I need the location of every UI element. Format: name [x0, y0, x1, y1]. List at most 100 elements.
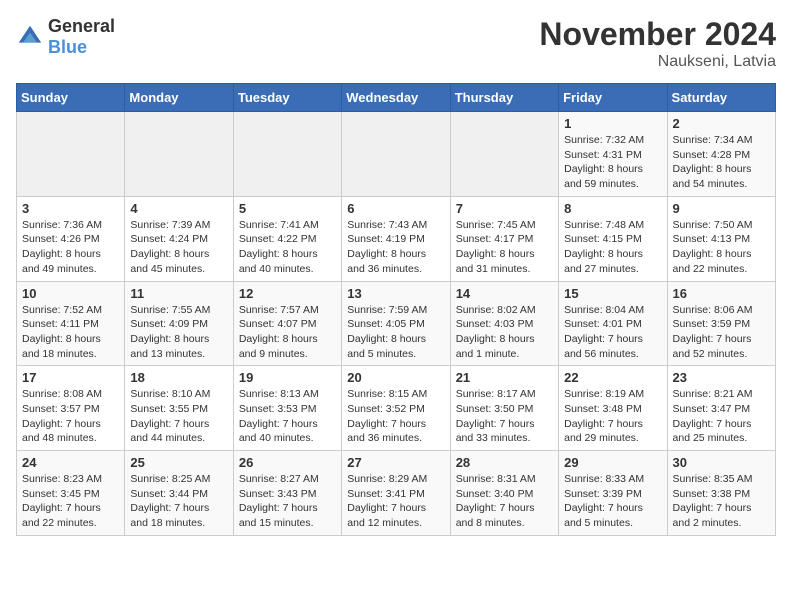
- day-info: Sunrise: 7:34 AM Sunset: 4:28 PM Dayligh…: [673, 133, 770, 192]
- day-info: Sunrise: 8:19 AM Sunset: 3:48 PM Dayligh…: [564, 387, 661, 446]
- day-number: 28: [456, 455, 553, 470]
- day-info: Sunrise: 8:08 AM Sunset: 3:57 PM Dayligh…: [22, 387, 119, 446]
- day-number: 29: [564, 455, 661, 470]
- calendar-cell: 9Sunrise: 7:50 AM Sunset: 4:13 PM Daylig…: [667, 196, 775, 281]
- calendar-cell: 8 Sunrise: 7:48 AM Sunset: 4:15 PM Daylig…: [559, 196, 667, 281]
- day-number: 15: [564, 286, 661, 301]
- day-number: 4: [130, 201, 227, 216]
- day-number: 6: [347, 201, 444, 216]
- header-wednesday: Wednesday: [342, 84, 450, 112]
- header: General Blue November 2024 Naukseni, Lat…: [16, 16, 776, 71]
- day-number: 9: [673, 201, 770, 216]
- day-info: Sunrise: 7:59 AM Sunset: 4:05 PM Dayligh…: [347, 303, 444, 362]
- day-info: Sunrise: 7:52 AM Sunset: 4:11 PM Dayligh…: [22, 303, 119, 362]
- day-number: 8: [564, 201, 661, 216]
- calendar-cell: 11 Sunrise: 7:55 AM Sunset: 4:09 PM Dayli…: [125, 281, 233, 366]
- day-number: 23: [673, 370, 770, 385]
- calendar-cell: 18 Sunrise: 8:10 AM Sunset: 3:55 PM Dayli…: [125, 366, 233, 451]
- day-info: Sunrise: 7:43 AM Sunset: 4:19 PM Dayligh…: [347, 218, 444, 277]
- day-info: Sunrise: 7:39 AM Sunset: 4:24 PM Dayligh…: [130, 218, 227, 277]
- calendar-cell: 1Sunrise: 7:32 AM Sunset: 4:31 PM Daylig…: [559, 112, 667, 197]
- calendar-cell: [450, 112, 558, 197]
- logo: General Blue: [16, 16, 115, 58]
- day-number: 24: [22, 455, 119, 470]
- page-title: November 2024: [539, 16, 776, 53]
- day-number: 25: [130, 455, 227, 470]
- calendar-cell: 17 Sunrise: 8:08 AM Sunset: 3:57 PM Dayli…: [17, 366, 125, 451]
- day-number: 27: [347, 455, 444, 470]
- logo-icon: [16, 23, 44, 51]
- week-row-1: 1Sunrise: 7:32 AM Sunset: 4:31 PM Daylig…: [17, 112, 776, 197]
- day-info: Sunrise: 8:13 AM Sunset: 3:53 PM Dayligh…: [239, 387, 336, 446]
- day-info: Sunrise: 7:55 AM Sunset: 4:09 PM Dayligh…: [130, 303, 227, 362]
- day-info: Sunrise: 7:45 AM Sunset: 4:17 PM Dayligh…: [456, 218, 553, 277]
- calendar-cell: 22 Sunrise: 8:19 AM Sunset: 3:48 PM Dayli…: [559, 366, 667, 451]
- calendar-cell: 25 Sunrise: 8:25 AM Sunset: 3:44 PM Dayli…: [125, 451, 233, 536]
- day-number: 13: [347, 286, 444, 301]
- day-number: 22: [564, 370, 661, 385]
- day-info: Sunrise: 8:27 AM Sunset: 3:43 PM Dayligh…: [239, 472, 336, 531]
- logo-blue: Blue: [48, 37, 87, 57]
- day-number: 10: [22, 286, 119, 301]
- calendar-cell: 12 Sunrise: 7:57 AM Sunset: 4:07 PM Dayli…: [233, 281, 341, 366]
- calendar-cell: 29Sunrise: 8:33 AM Sunset: 3:39 PM Dayli…: [559, 451, 667, 536]
- header-tuesday: Tuesday: [233, 84, 341, 112]
- day-number: 11: [130, 286, 227, 301]
- day-info: Sunrise: 8:21 AM Sunset: 3:47 PM Dayligh…: [673, 387, 770, 446]
- day-number: 3: [22, 201, 119, 216]
- day-info: Sunrise: 7:57 AM Sunset: 4:07 PM Dayligh…: [239, 303, 336, 362]
- day-number: 17: [22, 370, 119, 385]
- day-info: Sunrise: 8:31 AM Sunset: 3:40 PM Dayligh…: [456, 472, 553, 531]
- day-number: 14: [456, 286, 553, 301]
- calendar-cell: [125, 112, 233, 197]
- calendar-cell: 26 Sunrise: 8:27 AM Sunset: 3:43 PM Dayli…: [233, 451, 341, 536]
- week-row-2: 3 Sunrise: 7:36 AM Sunset: 4:26 PM Daylig…: [17, 196, 776, 281]
- calendar-cell: 28 Sunrise: 8:31 AM Sunset: 3:40 PM Dayli…: [450, 451, 558, 536]
- day-number: 12: [239, 286, 336, 301]
- day-number: 18: [130, 370, 227, 385]
- day-number: 21: [456, 370, 553, 385]
- day-info: Sunrise: 8:04 AM Sunset: 4:01 PM Dayligh…: [564, 303, 661, 362]
- calendar-cell: 27 Sunrise: 8:29 AM Sunset: 3:41 PM Dayli…: [342, 451, 450, 536]
- subtitle: Naukseni, Latvia: [539, 53, 776, 71]
- day-number: 2: [673, 116, 770, 131]
- day-info: Sunrise: 7:48 AM Sunset: 4:15 PM Dayligh…: [564, 218, 661, 277]
- header-monday: Monday: [125, 84, 233, 112]
- calendar-cell: 2 Sunrise: 7:34 AM Sunset: 4:28 PM Daylig…: [667, 112, 775, 197]
- day-info: Sunrise: 8:23 AM Sunset: 3:45 PM Dayligh…: [22, 472, 119, 531]
- day-info: Sunrise: 8:02 AM Sunset: 4:03 PM Dayligh…: [456, 303, 553, 362]
- day-info: Sunrise: 7:41 AM Sunset: 4:22 PM Dayligh…: [239, 218, 336, 277]
- header-friday: Friday: [559, 84, 667, 112]
- day-info: Sunrise: 8:29 AM Sunset: 3:41 PM Dayligh…: [347, 472, 444, 531]
- calendar-cell: 5Sunrise: 7:41 AM Sunset: 4:22 PM Daylig…: [233, 196, 341, 281]
- week-row-5: 24 Sunrise: 8:23 AM Sunset: 3:45 PM Dayli…: [17, 451, 776, 536]
- calendar-cell: [233, 112, 341, 197]
- day-number: 16: [673, 286, 770, 301]
- day-number: 7: [456, 201, 553, 216]
- calendar-cell: [342, 112, 450, 197]
- calendar-cell: 19Sunrise: 8:13 AM Sunset: 3:53 PM Dayli…: [233, 366, 341, 451]
- calendar-cell: 16 Sunrise: 8:06 AM Sunset: 3:59 PM Dayli…: [667, 281, 775, 366]
- day-number: 20: [347, 370, 444, 385]
- day-info: Sunrise: 7:36 AM Sunset: 4:26 PM Dayligh…: [22, 218, 119, 277]
- header-sunday: Sunday: [17, 84, 125, 112]
- day-info: Sunrise: 8:06 AM Sunset: 3:59 PM Dayligh…: [673, 303, 770, 362]
- calendar-cell: 21 Sunrise: 8:17 AM Sunset: 3:50 PM Dayli…: [450, 366, 558, 451]
- day-number: 26: [239, 455, 336, 470]
- logo-text: General Blue: [48, 16, 115, 58]
- day-info: Sunrise: 8:17 AM Sunset: 3:50 PM Dayligh…: [456, 387, 553, 446]
- logo-general: General: [48, 16, 115, 36]
- calendar-cell: [17, 112, 125, 197]
- calendar-cell: 20 Sunrise: 8:15 AM Sunset: 3:52 PM Dayli…: [342, 366, 450, 451]
- week-row-4: 17 Sunrise: 8:08 AM Sunset: 3:57 PM Dayli…: [17, 366, 776, 451]
- day-info: Sunrise: 8:25 AM Sunset: 3:44 PM Dayligh…: [130, 472, 227, 531]
- header-thursday: Thursday: [450, 84, 558, 112]
- calendar-cell: 7 Sunrise: 7:45 AM Sunset: 4:17 PM Daylig…: [450, 196, 558, 281]
- calendar-cell: 30Sunrise: 8:35 AM Sunset: 3:38 PM Dayli…: [667, 451, 775, 536]
- calendar-cell: 3 Sunrise: 7:36 AM Sunset: 4:26 PM Daylig…: [17, 196, 125, 281]
- day-info: Sunrise: 8:15 AM Sunset: 3:52 PM Dayligh…: [347, 387, 444, 446]
- day-info: Sunrise: 7:32 AM Sunset: 4:31 PM Dayligh…: [564, 133, 661, 192]
- calendar-cell: 10 Sunrise: 7:52 AM Sunset: 4:11 PM Dayli…: [17, 281, 125, 366]
- day-info: Sunrise: 8:10 AM Sunset: 3:55 PM Dayligh…: [130, 387, 227, 446]
- week-row-3: 10 Sunrise: 7:52 AM Sunset: 4:11 PM Dayli…: [17, 281, 776, 366]
